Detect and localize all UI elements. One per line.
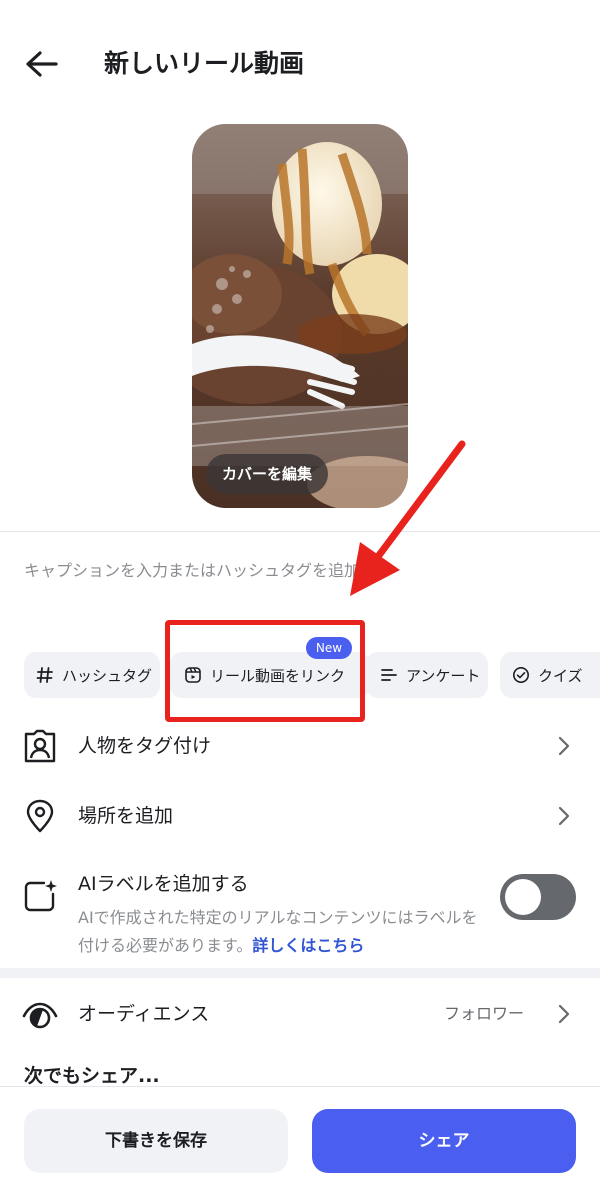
caption-input[interactable]: キャプションを入力またはハッシュタグを追加... [24, 556, 404, 586]
section-divider [0, 968, 600, 978]
edit-cover-button[interactable]: カバーを編集 [206, 454, 329, 494]
hashtag-chip-label: ハッシュタグ [62, 666, 153, 685]
learn-more-link[interactable]: 詳しくはこちら [252, 936, 364, 955]
quiz-chip[interactable]: クイズ [500, 652, 600, 698]
poll-chip-label: アンケート [406, 666, 481, 685]
check-circle-icon [512, 666, 530, 684]
save-draft-button[interactable]: 下書きを保存 [24, 1109, 288, 1173]
audience-value: フォロワー [444, 1004, 525, 1023]
add-location-row[interactable]: 場所を追加 [0, 796, 600, 836]
poll-chip[interactable]: アンケート [366, 652, 488, 698]
toggle-knob [505, 879, 541, 915]
quiz-chip-label: クイズ [538, 666, 583, 685]
bottom-action-bar: 下書きを保存 シェア [0, 1086, 600, 1196]
tag-people-label: 人物をタグ付け [78, 735, 212, 757]
annotation-highlight-box [165, 620, 365, 722]
audience-row[interactable]: オーディエンス フォロワー [0, 998, 600, 1030]
tag-people-row[interactable]: 人物をタグ付け [0, 728, 600, 764]
hashtag-icon [36, 666, 54, 684]
divider [0, 531, 600, 532]
reel-cover-preview[interactable]: カバーを編集 [192, 124, 408, 508]
eye-icon [22, 1002, 58, 1029]
ai-label-toggle[interactable] [500, 874, 576, 920]
add-location-label: 場所を追加 [78, 805, 174, 827]
arrow-left-icon [26, 51, 58, 77]
ai-label-row: AIラベルを追加する AIで作成された特定のリアルなコンテンツにはラベルを付ける… [0, 866, 600, 956]
chevron-right-icon [558, 1004, 570, 1024]
back-button[interactable] [20, 44, 64, 88]
person-tag-icon [24, 729, 56, 763]
new-badge: New [306, 637, 352, 659]
chevron-right-icon [558, 736, 570, 756]
reel-thumbnail-image [192, 124, 408, 508]
location-pin-icon [26, 799, 54, 833]
ai-sparkle-icon [24, 880, 57, 912]
ai-label-title: AIラベルを追加する [78, 873, 249, 895]
share-button[interactable]: シェア [312, 1109, 576, 1173]
chevron-right-icon [558, 806, 570, 826]
audience-label: オーディエンス [78, 1003, 210, 1025]
hashtag-chip[interactable]: ハッシュタグ [24, 652, 160, 698]
poll-icon [380, 666, 398, 684]
ai-label-description: AIで作成された特定のリアルなコンテンツにはラベルを付ける必要があります。詳しく… [78, 904, 478, 960]
page-title: 新しいリール動画 [104, 49, 305, 78]
header: 新しいリール動画 [0, 0, 600, 128]
